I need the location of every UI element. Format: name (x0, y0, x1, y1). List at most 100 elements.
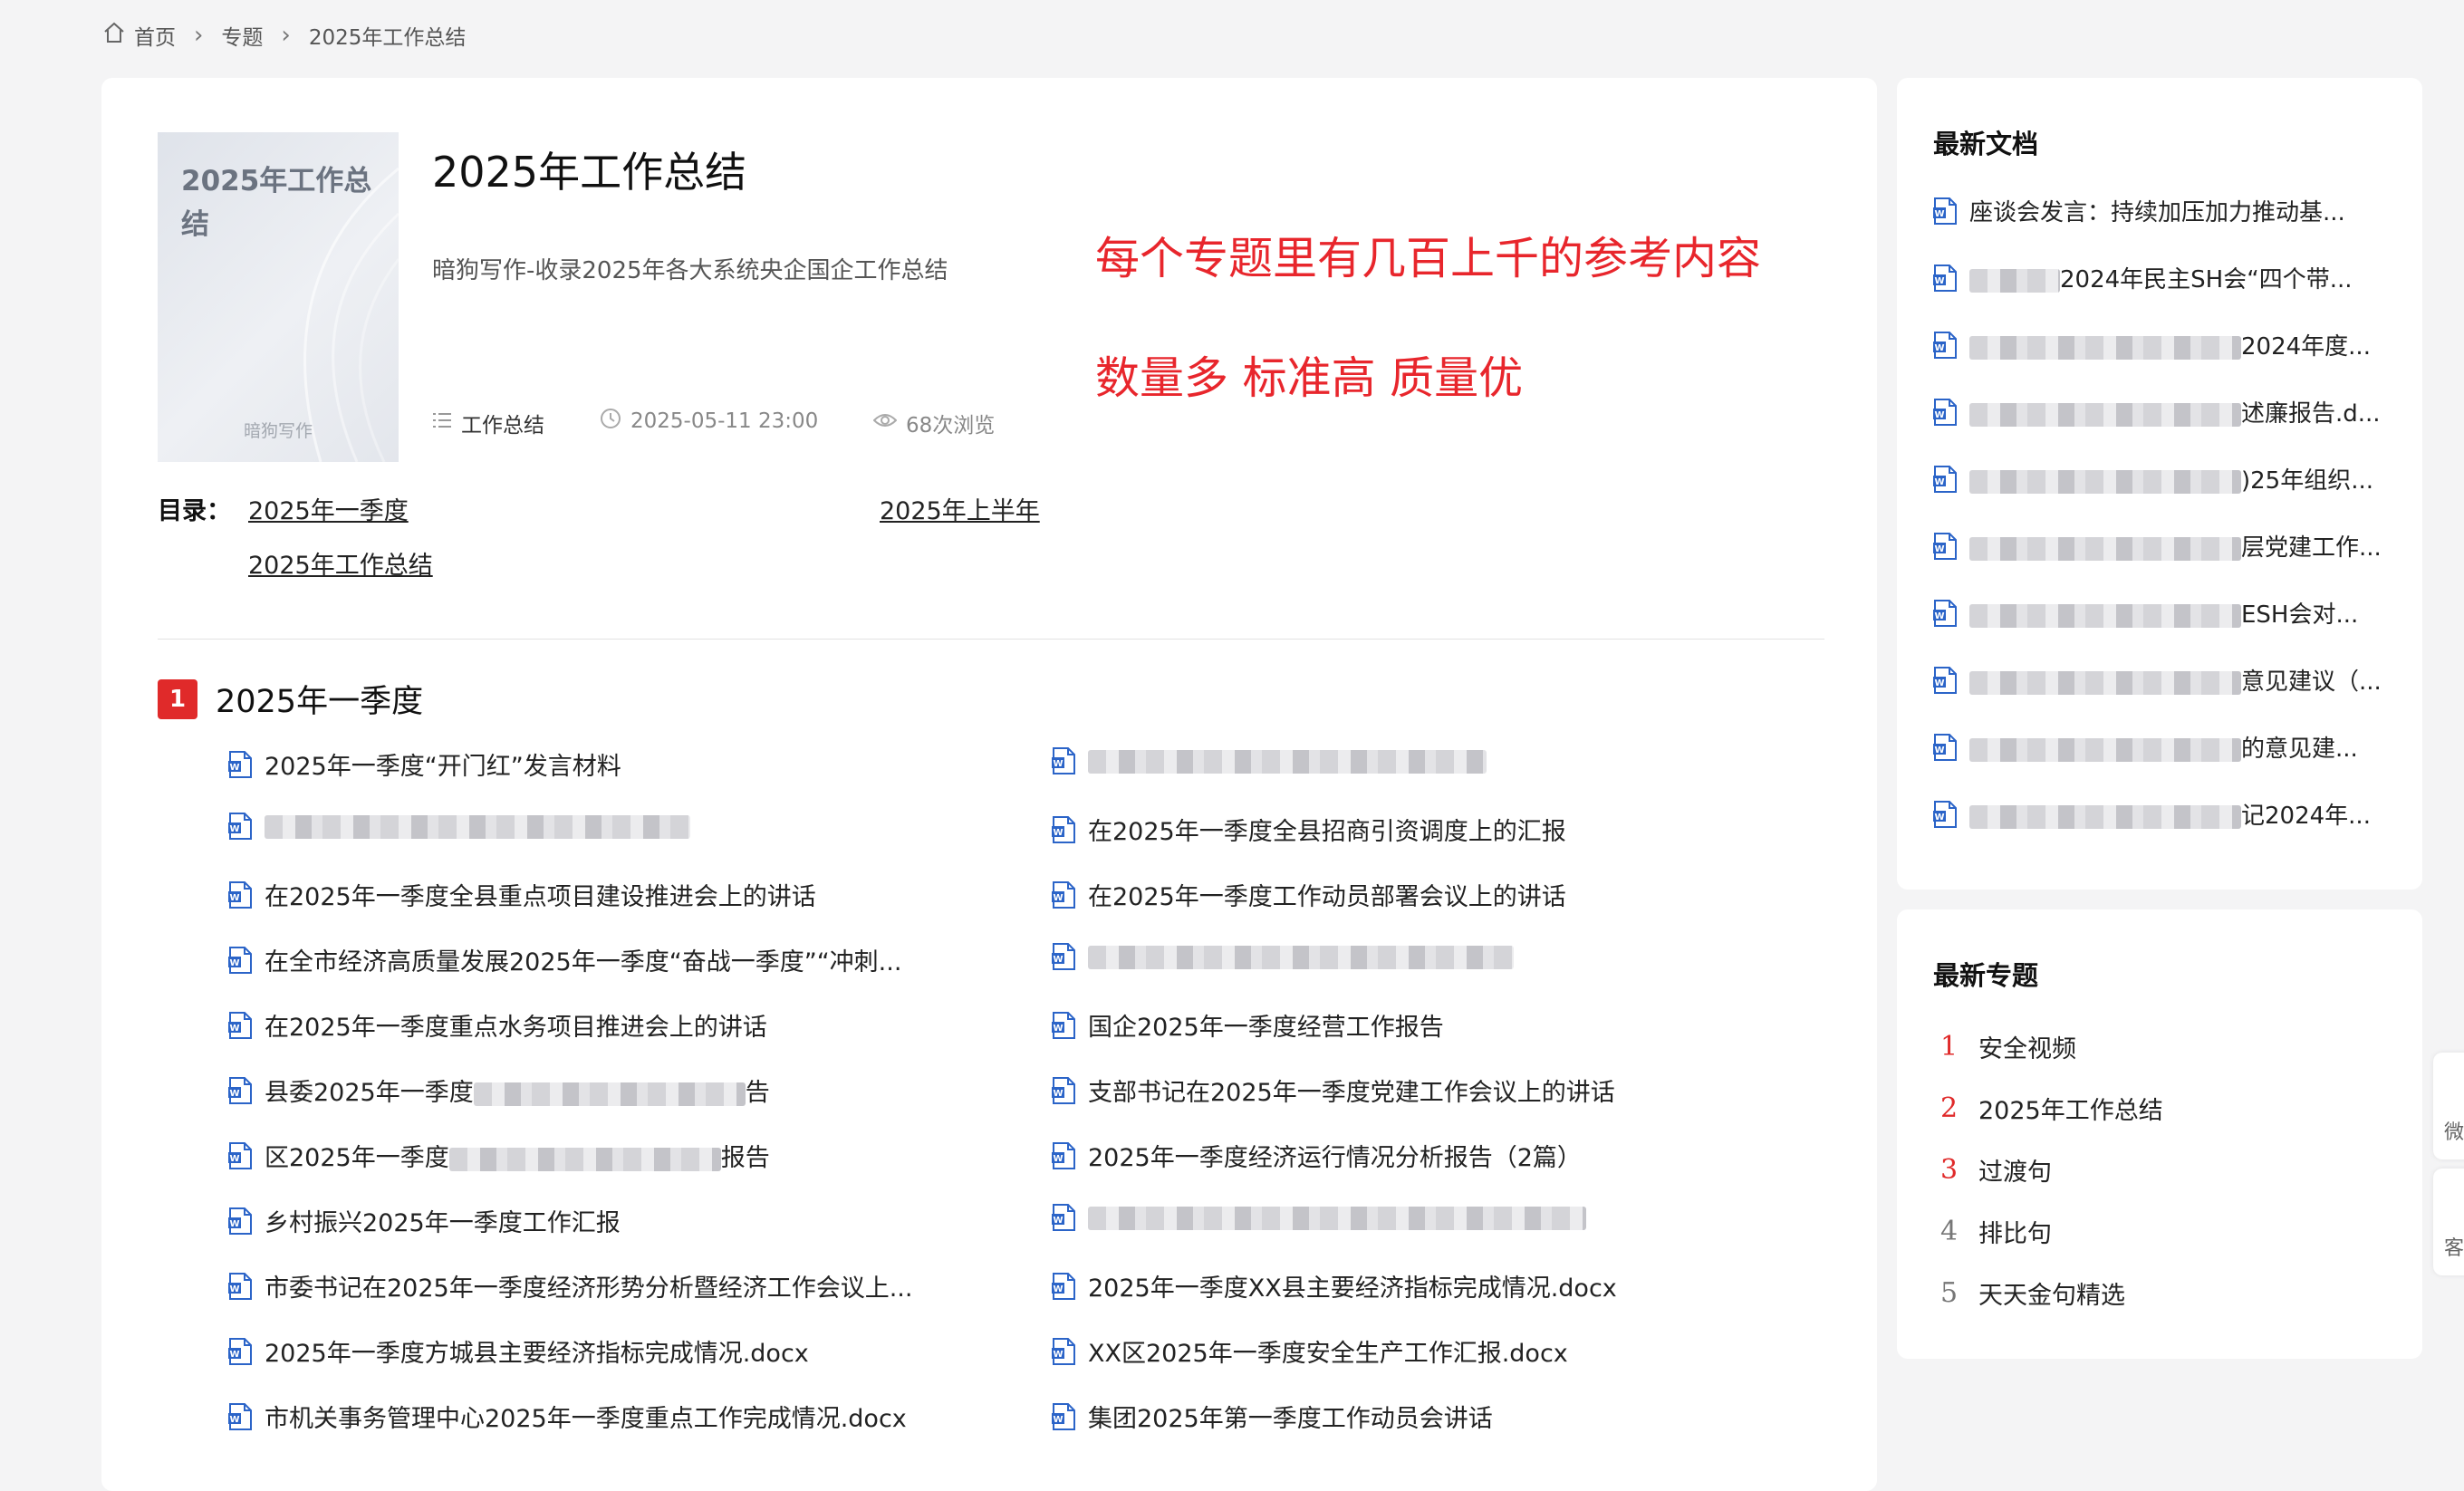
word-doc-icon: W (1933, 398, 1957, 426)
word-doc-icon: W (1933, 532, 1957, 560)
document-list-item[interactable]: W 在2025年一季度全县招商引资调度上的汇报 (1052, 812, 1566, 847)
doc-title (1088, 1203, 1586, 1231)
document-list-item[interactable]: W 市委书记在2025年一季度经济形势分析暨经济工作会议上... (228, 1268, 912, 1303)
latest-document-item[interactable]: W 记2024年... (1933, 797, 2386, 831)
word-doc-icon: W (1052, 1272, 1075, 1300)
svg-text:W: W (1053, 1350, 1063, 1360)
promo-text-1: 每个专题里有几百上千的参考内容 (1095, 233, 1762, 284)
doc-title: 在全市经济高质量发展2025年一季度“奋战一季度”“冲刺... (265, 942, 901, 977)
document-list-item[interactable]: W 国企2025年一季度经营工作报告 (1052, 1007, 1444, 1043)
document-list-item[interactable]: W XX区2025年一季度安全生产工作汇报.docx (1052, 1333, 1568, 1369)
latest-topics-title: 最新专题 (1933, 960, 2039, 991)
word-doc-icon: W (228, 1337, 252, 1365)
word-doc-icon: W (228, 750, 252, 778)
latest-document-item[interactable]: W 述廉报告.d... (1933, 395, 2386, 428)
doc-title-text: 2025年一季度经济运行情况分析报告（2篇） (1088, 1144, 1582, 1172)
svg-text:W: W (1934, 276, 1944, 286)
doc-title: 国企2025年一季度经营工作报告 (1088, 1007, 1444, 1043)
topic-category[interactable]: 工作总结 (432, 408, 544, 438)
doc-title-suffix: 的意见建... (2241, 736, 2358, 763)
latest-topic-item[interactable]: 3 过渡句 (1940, 1152, 2052, 1188)
document-list-item[interactable]: W 在2025年一季度工作动员部署会议上的讲话 (1052, 877, 1566, 912)
float-tab-service[interactable]: 客 (2433, 1169, 2464, 1275)
svg-text:W: W (229, 958, 239, 968)
doc-title: 集团2025年第一季度工作动员会讲话 (1088, 1399, 1493, 1434)
document-list-item[interactable]: W 集团2025年第一季度工作动员会讲话 (1052, 1399, 1493, 1434)
list-icon (432, 411, 452, 435)
document-list-item[interactable]: W 乡村振兴2025年一季度工作汇报 (228, 1203, 621, 1238)
doc-title-text: XX区2025年一季度安全生产工作汇报.docx (1088, 1340, 1568, 1368)
doc-title-suffix: 报告 (720, 1144, 770, 1172)
clock-icon (600, 408, 621, 435)
latest-topic-item[interactable]: 1 安全视频 (1940, 1029, 2076, 1064)
document-list-item[interactable]: W 在2025年一季度重点水务项目推进会上的讲话 (228, 1007, 767, 1043)
topic-rank-number: 1 (1940, 1031, 1959, 1063)
latest-topic-item[interactable]: 4 排比句 (1940, 1214, 2052, 1249)
toc-link-h1[interactable]: 2025年上半年 (880, 491, 1040, 526)
document-list-item[interactable]: W 2025年一季度XX县主要经济指标完成情况.docx (1052, 1268, 1617, 1303)
word-doc-icon: W (1933, 197, 1957, 225)
redacted-text (1088, 749, 1487, 774)
doc-title-text: 在2025年一季度全县重点项目建设推进会上的讲话 (265, 883, 816, 911)
latest-topic-item[interactable]: 5 天天金句精选 (1940, 1275, 2125, 1311)
svg-text:W: W (1934, 477, 1944, 487)
document-list-item[interactable]: W 在全市经济高质量发展2025年一季度“奋战一季度”“冲刺... (228, 942, 901, 977)
latest-documents-title: 最新文档 (1933, 129, 2039, 159)
word-doc-icon: W (228, 1402, 252, 1430)
doc-title: 县委2025年一季度 告 (265, 1073, 770, 1108)
latest-document-item[interactable]: W 意见建议（... (1933, 663, 2386, 697)
document-list-item[interactable]: W (1052, 746, 1487, 774)
doc-title-text: 区2025年一季度 (265, 1144, 449, 1172)
doc-title-text: 在2025年一季度工作动员部署会议上的讲话 (1088, 883, 1566, 911)
latest-document-item[interactable]: W ESH会对... (1933, 596, 2386, 630)
doc-title: 市机关事务管理中心2025年一季度重点工作完成情况.docx (265, 1399, 907, 1434)
latest-document-item[interactable]: W 2024年度... (1933, 328, 2386, 361)
topic-label: 天天金句精选 (1978, 1282, 2125, 1310)
word-doc-icon: W (1933, 264, 1957, 292)
redacted-text (1969, 737, 2241, 762)
breadcrumb-topic-link[interactable]: 专题 (221, 20, 263, 51)
latest-document-item[interactable]: W 的意见建... (1933, 730, 2386, 764)
document-list-item[interactable]: W 在2025年一季度全县重点项目建设推进会上的讲话 (228, 877, 816, 912)
redacted-text (1969, 335, 2241, 360)
topic-views-label: 68次浏览 (906, 414, 996, 438)
doc-title-suffix: 意见建议（... (2241, 669, 2382, 696)
svg-text:W: W (1053, 828, 1063, 838)
latest-document-item[interactable]: W 层党建工作... (1933, 529, 2386, 563)
topic-category-label: 工作总结 (461, 414, 544, 438)
word-doc-icon: W (228, 1076, 252, 1104)
doc-title-suffix: 告 (745, 1079, 770, 1107)
document-list-item[interactable]: W 2025年一季度“开门红”发言材料 (228, 746, 621, 782)
document-list-item[interactable]: W 区2025年一季度 报告 (228, 1138, 770, 1173)
doc-title (1088, 942, 1514, 970)
doc-title: 在2025年一季度工作动员部署会议上的讲话 (1088, 877, 1566, 912)
document-list-item[interactable]: W (1052, 1203, 1586, 1231)
document-list-item[interactable]: W 县委2025年一季度 告 (228, 1073, 770, 1108)
document-list-item[interactable]: W 市机关事务管理中心2025年一季度重点工作完成情况.docx (228, 1399, 907, 1434)
document-list-item[interactable]: W (228, 812, 690, 840)
svg-text:W: W (229, 1024, 239, 1034)
section-title: 2025年一季度 (216, 684, 424, 720)
word-doc-icon: W (1052, 1402, 1075, 1430)
doc-title-suffix: 2024年民主SH会“四个带... (2060, 266, 2353, 293)
topic-label: 排比句 (1978, 1220, 2052, 1248)
document-list-item[interactable]: W (1052, 942, 1514, 970)
doc-title-text: 市委书记在2025年一季度经济形势分析暨经济工作会议上... (265, 1275, 913, 1303)
doc-title (265, 812, 690, 840)
toc-link-annual[interactable]: 2025年工作总结 (248, 545, 433, 581)
latest-topic-item[interactable]: 2 2025年工作总结 (1940, 1091, 2163, 1126)
toc-link-q1[interactable]: 2025年一季度 (248, 491, 409, 526)
document-list-item[interactable]: W 2025年一季度方城县主要经济指标完成情况.docx (228, 1333, 809, 1369)
document-list-item[interactable]: W 支部书记在2025年一季度党建工作会议上的讲话 (1052, 1073, 1615, 1108)
document-list-item[interactable]: W 2025年一季度经济运行情况分析报告（2篇） (1052, 1138, 1582, 1173)
latest-document-item[interactable]: W 2024年民主SH会“四个带... (1933, 261, 2386, 294)
word-doc-icon: W (1933, 331, 1957, 359)
breadcrumb-home-link[interactable]: 首页 (101, 20, 176, 51)
svg-text:W: W (1053, 1154, 1063, 1164)
doc-title-text: 县委2025年一季度 (265, 1079, 474, 1107)
latest-document-item[interactable]: W 座谈会发言：持续加压加力推动基... (1933, 194, 2386, 227)
latest-document-item[interactable]: W)25年组织... (1933, 462, 2386, 495)
float-tab-wechat[interactable]: 微 (2433, 1053, 2464, 1159)
doc-title: 2025年一季度经济运行情况分析报告（2篇） (1088, 1138, 1582, 1173)
breadcrumb: 首页 › 专题 › 2025年工作总结 (101, 18, 466, 53)
